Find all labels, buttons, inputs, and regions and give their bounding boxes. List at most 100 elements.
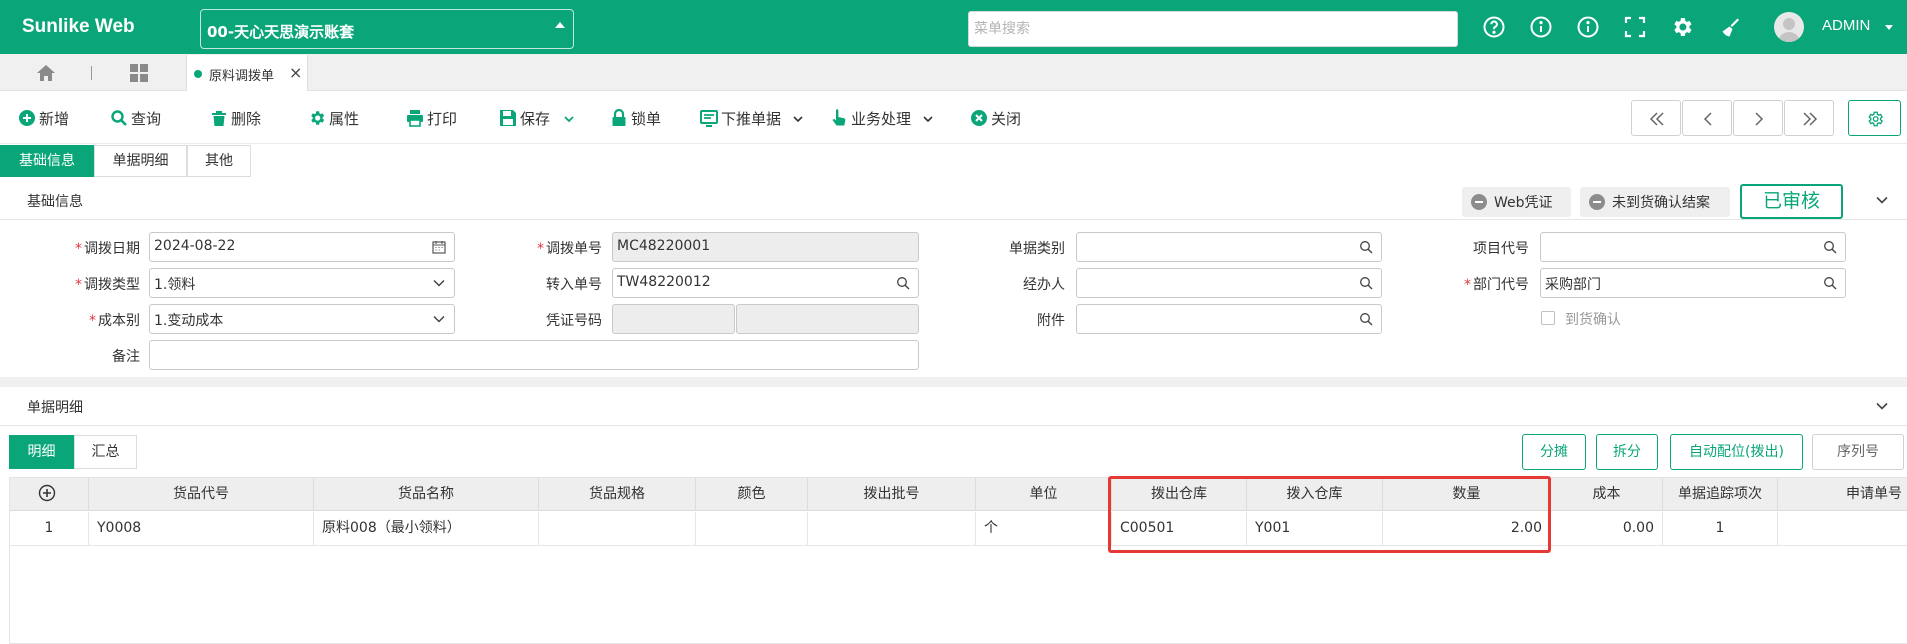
handler-field[interactable] — [1076, 268, 1382, 298]
column-header[interactable]: 成本 — [1551, 478, 1663, 511]
caret-up-icon — [555, 22, 565, 28]
home-icon[interactable] — [36, 64, 56, 82]
first-record-button[interactable] — [1631, 100, 1681, 136]
web-voucher-button[interactable]: Web凭证 — [1462, 187, 1571, 217]
fullscreen-icon[interactable] — [1623, 15, 1647, 39]
transfer-type-select[interactable]: 1.领料 — [149, 268, 455, 298]
remark-label: 备注 — [112, 349, 140, 365]
search-icon[interactable] — [1823, 240, 1837, 254]
chevron-down-icon[interactable] — [563, 111, 575, 123]
clean-icon[interactable] — [1717, 15, 1741, 39]
auto-locate-button[interactable]: 自动配位(拨出) — [1670, 434, 1803, 470]
plus-circle-icon — [18, 109, 36, 127]
help-icon[interactable] — [1482, 15, 1506, 39]
attachment-label: 附件 — [1037, 313, 1065, 329]
column-header[interactable]: 申请单号 — [1778, 478, 1907, 511]
info-icon[interactable] — [1576, 15, 1600, 39]
dept-code-label: * 部门代号 — [1464, 277, 1529, 293]
close-tab-icon[interactable]: × — [289, 63, 302, 82]
doc-type-field[interactable] — [1076, 232, 1382, 262]
dept-code-field[interactable]: 采购部门 — [1540, 268, 1846, 298]
last-record-button[interactable] — [1784, 100, 1834, 136]
search-icon[interactable] — [1823, 276, 1837, 290]
add-row-cell[interactable] — [10, 478, 89, 511]
detail-grid: 货品代号 货品名称 货品规格 颜色 拨出批号 单位 拨出仓库 拨入仓库 数量 成… — [9, 477, 1907, 644]
transfer-date-label: * 调拨日期 — [75, 241, 140, 257]
brand-logo: Sunlike Web — [22, 16, 135, 37]
doc-type-label: 单据类别 — [1009, 241, 1065, 257]
calendar-icon[interactable] — [432, 240, 446, 254]
double-chevron-left-icon — [1649, 112, 1664, 126]
chevron-down-icon[interactable] — [922, 111, 934, 123]
tab-basic-info[interactable]: 基础信息 — [0, 145, 94, 177]
arrival-confirm-label: 到货确认 — [1565, 312, 1621, 328]
tab-document-details[interactable]: 单据明细 — [94, 145, 187, 177]
split-button[interactable]: 拆分 — [1596, 434, 1658, 470]
project-code-field[interactable] — [1540, 232, 1846, 262]
column-header[interactable]: 单位 — [976, 478, 1112, 511]
column-header[interactable]: 货品代号 — [89, 478, 314, 511]
chevron-left-icon — [1703, 112, 1712, 126]
tab-summary[interactable]: 汇总 — [74, 435, 137, 469]
chevron-down-icon[interactable] — [432, 312, 446, 326]
serial-number-button[interactable]: 序列号 — [1812, 434, 1904, 470]
search-icon[interactable] — [896, 276, 910, 290]
chevron-down-icon[interactable] — [792, 111, 804, 123]
allocate-button[interactable]: 分摊 — [1522, 434, 1586, 470]
section-divider — [0, 377, 1907, 387]
info-icon[interactable] — [1529, 15, 1553, 39]
arrival-confirm-checkbox[interactable] — [1541, 311, 1555, 325]
column-header[interactable]: 数量 — [1383, 478, 1551, 511]
table-row[interactable]: 1 Y0008 原料008（最小领料） 个 C00501 Y001 2.00 0… — [10, 512, 1907, 546]
column-header[interactable]: 拨出仓库 — [1112, 478, 1247, 511]
attachment-field[interactable] — [1076, 304, 1382, 334]
trash-icon — [210, 109, 228, 127]
top-bar: Sunlike Web 00-天心天思演示账套 ADMIN — [0, 0, 1907, 54]
chevron-down-icon[interactable] — [1875, 399, 1889, 413]
column-header[interactable]: 货品名称 — [314, 478, 539, 511]
inbound-no-label: 转入单号 — [546, 277, 602, 293]
inbound-no-field[interactable]: TW48220012 — [612, 268, 919, 298]
user-name[interactable]: ADMIN — [1822, 17, 1870, 34]
basic-info-header: 基础信息 Web凭证 未到货确认结案 已审核 — [0, 181, 1907, 220]
tab-detail[interactable]: 明细 — [9, 435, 74, 469]
caret-down-icon[interactable] — [1885, 25, 1893, 30]
chevron-down-icon[interactable] — [432, 276, 446, 290]
hand-pointer-icon — [830, 109, 848, 127]
cost-type-select[interactable]: 1.变动成本 — [149, 304, 455, 334]
voucher-no-field-2 — [736, 304, 919, 334]
column-header[interactable]: 单据追踪项次 — [1663, 478, 1778, 511]
printer-icon — [406, 109, 424, 127]
column-header[interactable]: 货品规格 — [539, 478, 696, 511]
double-chevron-right-icon — [1803, 112, 1818, 126]
chevron-down-icon[interactable] — [1875, 193, 1889, 207]
divider — [91, 66, 92, 80]
column-header[interactable]: 拨出批号 — [808, 478, 976, 511]
save-icon — [499, 109, 517, 127]
search-icon[interactable] — [1359, 240, 1373, 254]
tab-material-transfer[interactable]: 原料调拨单 × — [186, 55, 308, 91]
transfer-no-field: MC48220001 — [612, 232, 919, 262]
tab-other[interactable]: 其他 — [187, 145, 251, 177]
column-header[interactable]: 拨入仓库 — [1247, 478, 1383, 511]
transfer-date-field[interactable]: 2024-08-22 — [149, 232, 455, 262]
remark-field[interactable] — [149, 340, 919, 370]
search-icon[interactable] — [1359, 276, 1373, 290]
grid-icon[interactable] — [130, 64, 148, 82]
settings-button[interactable] — [1848, 100, 1901, 136]
avatar[interactable] — [1774, 12, 1804, 42]
app-root: Sunlike Web 00-天心天思演示账套 ADMIN — [0, 0, 1907, 644]
next-record-button[interactable] — [1733, 100, 1783, 136]
account-name: 00-天心天思演示账套 — [207, 23, 355, 41]
minus-circle-icon — [1589, 194, 1605, 210]
unconfirmed-close-button[interactable]: 未到货确认结案 — [1580, 187, 1730, 217]
previous-record-button[interactable] — [1682, 100, 1732, 136]
menu-search-input[interactable] — [968, 11, 1458, 47]
search-icon[interactable] — [1359, 312, 1373, 326]
gear-icon[interactable] — [1670, 15, 1694, 39]
account-selector[interactable]: 00-天心天思演示账套 — [200, 9, 574, 49]
cost-type-label: * 成本别 — [89, 313, 140, 329]
plus-circle-icon[interactable] — [38, 484, 56, 502]
search-icon — [110, 109, 128, 127]
column-header[interactable]: 颜色 — [696, 478, 808, 511]
